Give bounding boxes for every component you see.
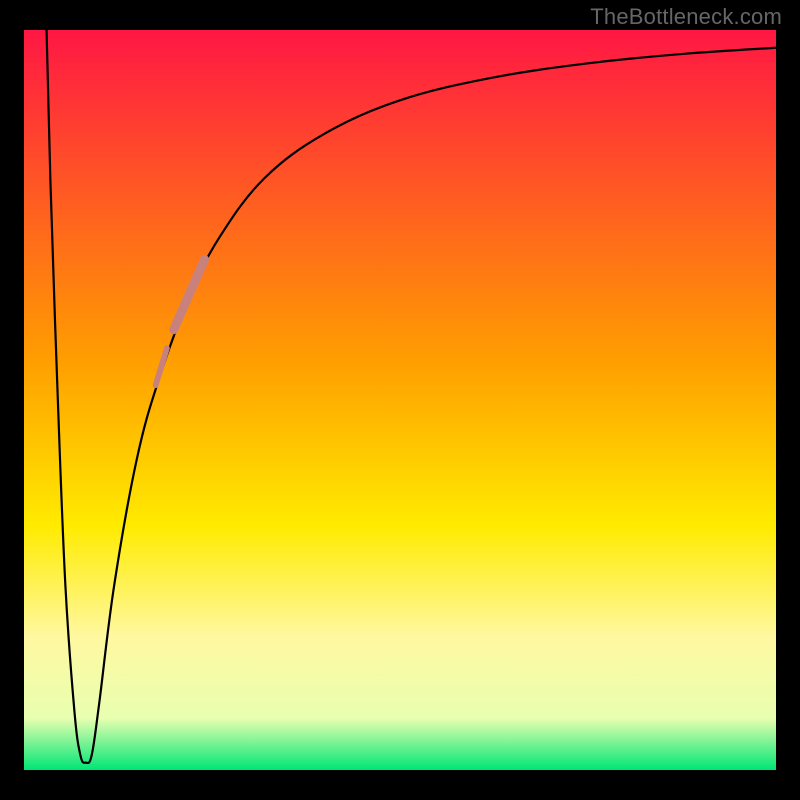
watermark-text: TheBottleneck.com <box>590 4 782 30</box>
bottleneck-chart <box>24 30 776 770</box>
chart-wrap: TheBottleneck.com <box>0 0 800 800</box>
gradient-background <box>24 30 776 770</box>
